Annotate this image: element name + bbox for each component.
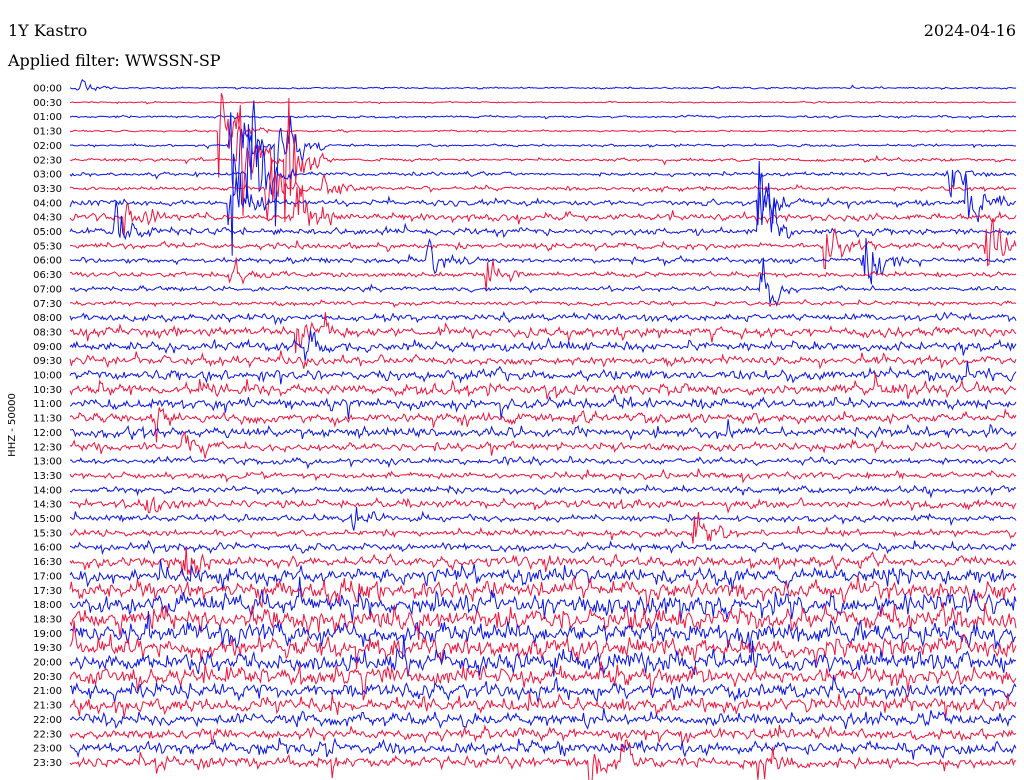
trace-1400: [69, 484, 1017, 499]
tick-label: 17:30: [33, 586, 62, 597]
tick-label: 10:00: [33, 371, 62, 382]
tick-label: 10:30: [33, 385, 62, 396]
trace-0330: [69, 157, 1017, 221]
y-axis-label: HHZ - 50000: [7, 393, 18, 457]
trace-2200: [69, 708, 1016, 730]
tick-label: 18:00: [33, 600, 62, 611]
tick-label: 02:30: [33, 155, 62, 166]
trace-1100: [69, 394, 1017, 420]
tick-label: 00:30: [33, 98, 62, 109]
time-tick-labels: 00:00 00:30 01:00 01:30 02:00 02:30 03:00 03:30…: [33, 84, 62, 769]
tick-label: 16:00: [33, 543, 62, 554]
trace-0930: [69, 350, 1017, 370]
tick-label: 02:00: [33, 141, 62, 152]
tick-label: 06:00: [33, 256, 62, 267]
tick-label: 03:00: [33, 170, 62, 181]
trace-0100: [69, 114, 1017, 121]
tick-label: 14:00: [33, 485, 62, 496]
trace-1900: [69, 610, 1017, 650]
tick-label: 19:00: [33, 629, 62, 640]
trace-1600: [69, 539, 1017, 556]
tick-label: 11:00: [33, 399, 62, 410]
trace-1200: [69, 419, 1017, 441]
tick-label: 20:00: [33, 658, 62, 669]
tick-label: 07:30: [33, 299, 62, 310]
tick-label: 09:00: [33, 342, 62, 353]
tick-label: 21:30: [33, 701, 62, 712]
tick-label: 05:00: [33, 227, 62, 238]
tick-label: 20:30: [33, 672, 62, 683]
tick-label: 23:30: [33, 758, 62, 769]
tick-label: 19:30: [33, 643, 62, 654]
tick-label: 22:00: [33, 715, 62, 726]
trace-0300: [69, 100, 1017, 199]
tick-label: 15:00: [33, 514, 62, 525]
trace-1330: [69, 468, 1017, 484]
trace-1300: [69, 455, 1017, 470]
tick-label: 16:30: [33, 557, 62, 568]
trace-0500: [69, 160, 1017, 241]
trace-0400: [69, 153, 1017, 256]
tick-label: 13:00: [33, 457, 62, 468]
helicorder-plot: 1Y Kastro 2024-04-16 Applied filter: WWS…: [7, 21, 1017, 780]
tick-label: 12:00: [33, 428, 62, 439]
seismic-traces: [69, 78, 1017, 780]
trace-0030: [69, 100, 1016, 105]
trace-2130: [69, 691, 1017, 719]
trace-0430: [69, 185, 1017, 238]
trace-2030: [69, 661, 1017, 701]
filter-label: Applied filter: WWSSN-SP: [7, 51, 221, 70]
tick-label: 14:30: [33, 500, 62, 511]
tick-label: 00:00: [33, 84, 62, 95]
trace-1500: [69, 506, 1017, 531]
trace-2230: [69, 724, 1017, 745]
tick-label: 08:30: [33, 327, 62, 338]
tick-label: 07:00: [33, 284, 62, 295]
tick-label: 22:30: [33, 729, 62, 740]
station-title: 1Y Kastro: [8, 21, 87, 40]
tick-label: 03:30: [33, 184, 62, 195]
tick-label: 01:30: [33, 127, 62, 138]
trace-0900: [69, 330, 1017, 362]
tick-label: 23:00: [33, 744, 62, 755]
tick-label: 17:00: [33, 571, 62, 582]
tick-label: 05:30: [33, 241, 62, 252]
tick-label: 09:30: [33, 356, 62, 367]
plot-date: 2024-04-16: [924, 21, 1016, 40]
trace-1000: [69, 360, 1017, 385]
tick-label: 08:00: [33, 313, 62, 324]
tick-label: 13:30: [33, 471, 62, 482]
tick-label: 01:00: [33, 112, 62, 123]
trace-0730: [69, 298, 1017, 308]
trace-0800: [69, 310, 1017, 326]
trace-0130: [69, 93, 1017, 178]
tick-label: 18:30: [33, 614, 62, 625]
trace-2330: [69, 739, 1017, 780]
tick-label: 04:00: [33, 198, 62, 209]
tick-label: 15:30: [33, 528, 62, 539]
tick-label: 21:00: [33, 686, 62, 697]
tick-label: 12:30: [33, 442, 62, 453]
trace-1430: [69, 495, 1017, 514]
tick-label: 11:30: [33, 414, 62, 425]
tick-label: 06:30: [33, 270, 62, 281]
trace-0000: [69, 78, 1016, 92]
tick-label: 04:30: [33, 213, 62, 224]
